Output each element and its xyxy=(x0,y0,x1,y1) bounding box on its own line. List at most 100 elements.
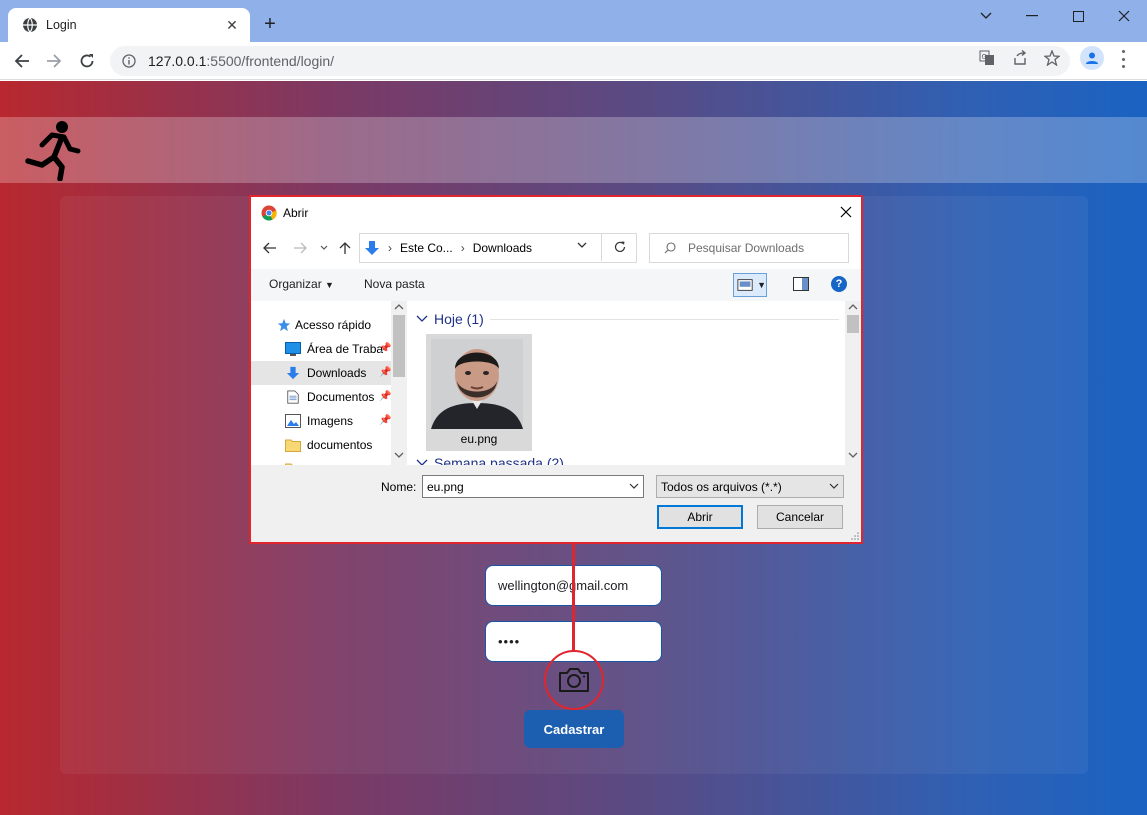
tree-item-desktop[interactable]: Área de Traba 📌 xyxy=(251,337,391,361)
dialog-footer: Nome: eu.png Todos os arquivos (*.*) Abr… xyxy=(251,465,861,542)
new-folder-button[interactable]: Nova pasta xyxy=(364,277,425,291)
svg-text:G: G xyxy=(982,53,987,61)
photo-upload-button[interactable] xyxy=(544,650,604,710)
scroll-up-icon[interactable] xyxy=(391,301,407,313)
forward-button[interactable] xyxy=(42,49,66,73)
annotation-line xyxy=(572,541,575,651)
info-icon[interactable] xyxy=(122,54,136,68)
search-placeholder: Pesquisar Downloads xyxy=(688,241,805,255)
dialog-titlebar: Abrir xyxy=(251,197,861,228)
reload-button[interactable] xyxy=(75,49,99,73)
search-icon xyxy=(664,242,676,254)
maximize-button[interactable] xyxy=(1055,0,1101,32)
tab-close-icon[interactable]: ✕ xyxy=(224,17,240,33)
breadcrumb-downloads[interactable]: Downloads xyxy=(473,241,532,255)
group-label: Semana passada (2) xyxy=(434,455,564,465)
group-header-last-week[interactable]: Semana passada (2) xyxy=(416,455,564,465)
view-dropdown-icon[interactable]: ▼ xyxy=(757,280,766,290)
folder-icon xyxy=(285,439,301,452)
cadastrar-button[interactable]: Cadastrar xyxy=(524,710,624,748)
dialog-title: Abrir xyxy=(283,205,309,220)
collapse-chevron-icon xyxy=(416,315,428,322)
preview-pane-icon[interactable] xyxy=(793,277,809,291)
resize-grip-icon[interactable] xyxy=(851,532,859,540)
tree-item-images[interactable]: Imagens 📌 xyxy=(251,409,391,433)
breadcrumb-separator: › xyxy=(388,241,392,255)
up-folder-icon[interactable] xyxy=(336,239,354,257)
globe-icon xyxy=(23,17,37,33)
organize-label: Organizar xyxy=(269,277,322,291)
minimize-button[interactable] xyxy=(1009,0,1055,32)
tree-item-label: Área de Traba xyxy=(307,342,384,356)
tree-scrollbar[interactable] xyxy=(391,301,407,465)
share-icon[interactable] xyxy=(1011,49,1029,67)
tree-item-label: documentos xyxy=(307,438,373,452)
desktop-icon xyxy=(285,342,301,356)
refresh-icon xyxy=(614,241,625,253)
dialog-close-button[interactable] xyxy=(837,203,855,221)
breadcrumb-this-pc[interactable]: Este Co... xyxy=(400,241,453,255)
pin-icon: 📌 xyxy=(379,415,392,426)
file-list-scrollbar[interactable] xyxy=(845,301,861,465)
file-list: Hoje (1) eu.png Semana passada (2) xyxy=(410,301,861,465)
tree-item-label: Documentos xyxy=(307,390,375,404)
open-file-dialog: Abrir › Este Co... › Downloads Pesquisar… xyxy=(249,195,863,544)
dialog-command-bar: Organizar ▼ Nova pasta ▼ ? xyxy=(251,269,861,301)
file-item-eu-png[interactable]: eu.png xyxy=(426,334,532,451)
tree-item-label: Acesso rápido xyxy=(295,318,372,332)
tree-scroll-thumb[interactable] xyxy=(393,315,405,377)
group-header-today[interactable]: Hoje (1) xyxy=(416,311,839,327)
tree-item-downloads[interactable]: Downloads 📌 xyxy=(251,361,391,385)
pin-icon: 📌 xyxy=(379,367,392,378)
address-bar[interactable]: 127.0.0.1:5500/frontend/login/ xyxy=(110,46,1070,76)
camera-icon xyxy=(559,668,589,692)
back-button[interactable] xyxy=(10,49,34,73)
tree-item-label: Downloads xyxy=(307,366,367,380)
file-list-scroll-thumb[interactable] xyxy=(847,315,859,333)
recent-locations-chevron-icon[interactable] xyxy=(315,239,333,257)
group-label: Hoje (1) xyxy=(434,311,484,327)
scroll-down-icon[interactable] xyxy=(391,449,407,461)
organize-menu[interactable]: Organizar ▼ xyxy=(269,277,334,291)
browser-tab[interactable]: Login ✕ xyxy=(8,8,250,42)
browser-menu-icon[interactable] xyxy=(1115,50,1131,68)
photo-thumbnail xyxy=(431,339,523,429)
filename-dropdown-icon[interactable] xyxy=(629,482,639,490)
new-tab-button[interactable]: + xyxy=(260,14,280,34)
filename-value: eu.png xyxy=(427,479,464,494)
tab-strip: Login ✕ + xyxy=(0,0,1147,42)
help-icon[interactable]: ? xyxy=(831,276,847,292)
download-icon xyxy=(286,366,300,380)
filename-input[interactable]: eu.png xyxy=(422,475,644,498)
filename-label: Nome: xyxy=(381,480,417,494)
running-man-logo-icon xyxy=(25,121,81,181)
view-mode-button[interactable]: ▼ xyxy=(733,273,767,297)
bookmark-star-icon[interactable] xyxy=(1043,49,1061,67)
cancel-button[interactable]: Cancelar xyxy=(757,505,843,529)
organize-dropdown-icon: ▼ xyxy=(325,280,334,290)
dialog-forward-icon[interactable] xyxy=(291,239,309,257)
tree-item-partial[interactable] xyxy=(251,457,391,465)
scroll-up-icon[interactable] xyxy=(845,301,861,313)
file-type-value: Todos os arquivos (*.*) xyxy=(661,479,782,494)
profile-avatar-icon[interactable] xyxy=(1080,46,1104,70)
file-type-select[interactable]: Todos os arquivos (*.*) xyxy=(656,475,844,498)
browser-toolbar: 127.0.0.1:5500/frontend/login/ G xyxy=(0,42,1147,80)
close-window-button[interactable] xyxy=(1101,0,1147,32)
url-text: 127.0.0.1:5500/frontend/login/ xyxy=(148,53,334,69)
scroll-down-icon[interactable] xyxy=(845,449,861,461)
translate-icon[interactable]: G xyxy=(978,49,996,67)
tree-item-documents[interactable]: Documentos 📌 xyxy=(251,385,391,409)
dialog-back-icon[interactable] xyxy=(261,239,279,257)
dialog-address-bar[interactable]: › Este Co... › Downloads xyxy=(359,233,637,263)
tab-search-chevron-icon[interactable] xyxy=(963,0,1009,32)
dialog-refresh-button[interactable] xyxy=(601,233,637,261)
address-dropdown-icon[interactable] xyxy=(577,241,587,249)
open-button[interactable]: Abrir xyxy=(657,505,743,529)
image-icon xyxy=(285,414,301,428)
tree-item-documentos-folder[interactable]: documentos xyxy=(251,433,391,457)
tab-title: Login xyxy=(46,18,77,32)
pin-icon: 📌 xyxy=(379,391,392,402)
tree-item-quick-access[interactable]: Acesso rápido xyxy=(251,313,391,337)
dialog-search-input[interactable]: Pesquisar Downloads xyxy=(649,233,849,263)
